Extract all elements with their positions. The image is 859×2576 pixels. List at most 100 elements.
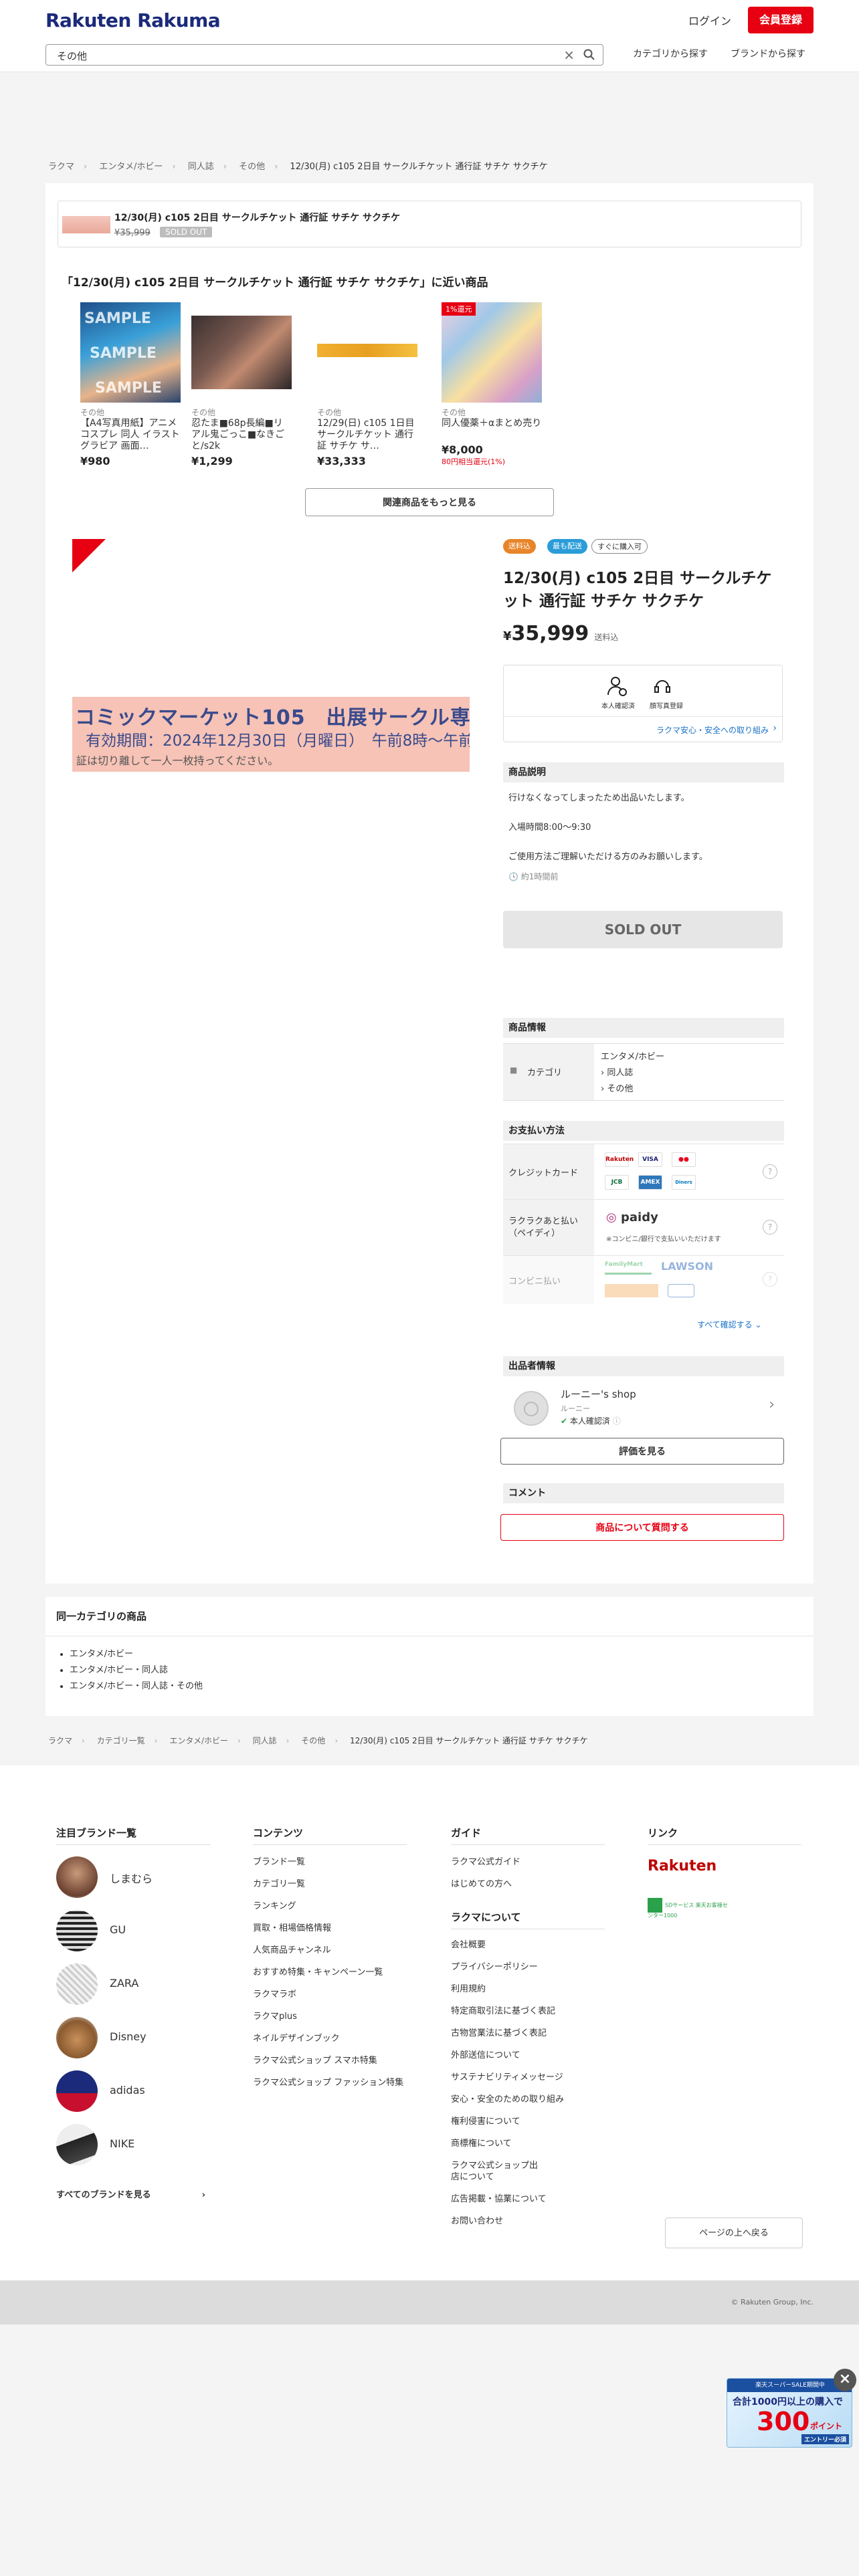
related-item-name: 【A4写真用紙】アニメ コスプレ 同人 イラスト グラビア 画面… xyxy=(80,418,180,451)
footer-link[interactable]: 広告掲載・協業について xyxy=(451,2193,547,2205)
product-title: 12/30(月) c105 2日目 サークルチケット 通行証 サチケ サクチケ xyxy=(503,570,772,610)
brand-link-zara[interactable]: ZARA xyxy=(56,1963,210,2008)
footer-link[interactable]: 古物営業法に基づく表記 xyxy=(451,2028,547,2039)
payment-label: ラクラクあと払い（ペイディ） xyxy=(503,1200,594,1255)
info-icon[interactable]: ? xyxy=(763,1272,777,1287)
breadcrumb-current: 12/30(月) c105 2日目 サークルチケット 通行証 サチケ サクチケ xyxy=(290,162,548,172)
search-input[interactable]: その他 × xyxy=(45,44,603,66)
related-item-category: その他 xyxy=(442,408,466,417)
category-label: カテゴリ xyxy=(527,1068,563,1078)
category-link[interactable]: › 同人誌 xyxy=(601,1065,633,1078)
related-item-name: 12/29(日) c105 1日目 サークルチケット 通行証 サチケ サ… xyxy=(317,418,415,451)
footer-link[interactable]: ラクマラボ xyxy=(253,1989,296,2000)
related-item-price: ¥1,299 xyxy=(191,455,233,467)
footer-link[interactable]: 特定商取引法に基づく表記 xyxy=(451,2006,555,2017)
breadcrumb-item[interactable]: カテゴリ一覧 xyxy=(97,1736,145,1745)
footer-link[interactable]: ラクマ公式ガイド xyxy=(451,1856,520,1868)
footer-link[interactable]: 商標権について xyxy=(451,2138,512,2149)
chevron-right-icon: › xyxy=(773,723,777,734)
safety-box: 本人確認済 顔写真登録 ラクマ安心・安全への取り組み › xyxy=(503,665,783,742)
footer-link[interactable]: 外部送信について xyxy=(451,2050,520,2061)
breadcrumb-item[interactable]: その他 xyxy=(239,162,265,172)
same-category-link[interactable]: エンタメ/ホビー・同人誌・その他 xyxy=(70,1679,203,1695)
category-link[interactable]: エンタメ/ホビー xyxy=(601,1049,664,1062)
breadcrumb-item[interactable]: 同人誌 xyxy=(253,1736,277,1745)
sdgs-icon xyxy=(648,1898,662,1913)
related-item[interactable]: その他 忍たま■68p長編■リアル鬼ごっこ■なきごと/s2k ¥1,299 xyxy=(191,302,292,467)
brand-link-shimamura[interactable]: しまむら xyxy=(56,1856,210,1901)
search-icon[interactable] xyxy=(583,48,596,62)
related-item-image xyxy=(191,302,292,403)
brand-link-nike[interactable]: NIKE xyxy=(56,2124,210,2168)
breadcrumb-item[interactable]: ラクマ xyxy=(48,1736,72,1745)
breadcrumb-item[interactable]: エンタメ/ホビー xyxy=(169,1736,228,1745)
login-button[interactable]: ログイン xyxy=(678,8,741,35)
safety-link[interactable]: ラクマ安心・安全への取り組み xyxy=(656,724,769,736)
same-category-link[interactable]: エンタメ/ホビー・同人誌 xyxy=(70,1662,203,1679)
breadcrumb-item[interactable]: 同人誌 xyxy=(188,162,214,172)
all-brands-link[interactable]: すべてのブランドを見る › xyxy=(56,2189,205,2201)
related-item[interactable]: 1%還元 その他 同人優薬＋αまとめ売り ¥8,000 80円相当還元(1%) xyxy=(442,302,542,467)
related-item-category: その他 xyxy=(317,408,342,417)
seller-card[interactable]: ルーニー's shop ルーニー ✔ 本人確認済 ⓘ › xyxy=(503,1380,784,1434)
related-item[interactable]: その他 12/29(日) c105 1日目 サークルチケット 通行証 サチケ サ… xyxy=(317,302,417,467)
brand-image xyxy=(56,1910,98,1951)
more-related-button[interactable]: 関連商品をもっと見る xyxy=(305,488,554,516)
footer-link[interactable]: 安心・安全のための取り組み xyxy=(451,2094,564,2105)
footer-link[interactable]: 会社概要 xyxy=(451,1939,486,1951)
footer-link[interactable]: 利用規約 xyxy=(451,1983,486,1995)
footer-link[interactable]: サステナビリティメッセージ xyxy=(451,2072,563,2083)
footer-link[interactable]: 人気商品チャンネル xyxy=(253,1945,331,1956)
breadcrumb-item[interactable]: エンタメ/ホビー xyxy=(99,162,163,172)
folder-icon: ■ xyxy=(510,1065,518,1075)
ask-question-button[interactable]: 商品について質問する xyxy=(500,1514,784,1541)
help-icon[interactable]: ⓘ xyxy=(613,1416,621,1426)
related-item[interactable]: SAMPLE SAMPLE SAMPLE その他 【A4写真用紙】アニメ コスプ… xyxy=(80,302,181,467)
promo-banner[interactable]: 楽天スーパーSALE期間中 合計1000円以上の購入で 300 ポイント エント… xyxy=(727,2378,852,2448)
tag-fast-delivery: 最も配送 xyxy=(547,539,587,554)
category-link[interactable]: › その他 xyxy=(601,1081,633,1094)
same-category-title: 同一カテゴリの商品 xyxy=(56,1610,147,1622)
related-item-category: その他 xyxy=(80,408,105,417)
register-button[interactable]: 会員登録 xyxy=(748,7,814,33)
see-all-payment-link[interactable]: すべて確認する ⌄ xyxy=(697,1319,762,1330)
info-icon[interactable]: ? xyxy=(763,1164,777,1179)
footer-link[interactable]: ラクマ公式ショップ出店について xyxy=(451,2160,545,2183)
footer-link[interactable]: ブランド一覧 xyxy=(253,1856,305,1868)
rakuten-logo-link[interactable]: Rakuten xyxy=(648,1859,717,1874)
footer-link[interactable]: 買取・相場価格情報 xyxy=(253,1923,331,1934)
sdgs-banner-link[interactable]: SDサービス 楽天お客様センター1000 xyxy=(648,1898,728,1919)
footer-link[interactable]: ラクマ公式ショップ ファッション特集 xyxy=(253,2077,407,2088)
payment-row-credit: クレジットカード Rakuten VISA ●● JCB AMEX Diners… xyxy=(503,1144,784,1200)
view-reviews-button[interactable]: 評価を見る xyxy=(500,1438,784,1465)
footer-link[interactable]: お問い合わせ xyxy=(451,2216,503,2227)
info-icon[interactable]: ? xyxy=(763,1220,777,1235)
breadcrumb-item[interactable]: その他 xyxy=(301,1736,325,1745)
footer-link[interactable]: ネイルデザインブック xyxy=(253,2033,340,2044)
rakuma-logo[interactable]: Rakuten Rakuma xyxy=(45,9,221,31)
close-icon[interactable]: × xyxy=(834,2369,856,2391)
footer-link[interactable]: ラクマplus xyxy=(253,2011,297,2022)
footer-about-heading: ラクマについて xyxy=(451,1911,521,1923)
back-to-top-button[interactable]: ページの上へ戻る xyxy=(665,2218,803,2248)
footer-link[interactable]: ラクマ公式ショップ スマホ特集 xyxy=(253,2055,377,2066)
footer-link[interactable]: ランキング xyxy=(253,1901,296,1912)
footer-link[interactable]: プライバシーポリシー xyxy=(451,1961,538,1973)
brand-link-gu[interactable]: GU xyxy=(56,1910,210,1954)
footer-link[interactable]: カテゴリ一覧 xyxy=(253,1879,305,1890)
footer-link[interactable]: おすすめ特集・キャンペーン一覧 xyxy=(253,1967,383,1978)
chevron-right-icon: › xyxy=(769,1396,775,1413)
breadcrumb-item[interactable]: ラクマ xyxy=(48,162,74,172)
related-item-points-note: 80円相当還元(1%) xyxy=(442,457,506,466)
nav-brand-link[interactable]: ブランドから探す xyxy=(731,47,805,60)
clear-icon[interactable]: × xyxy=(563,47,575,63)
nav-category-link[interactable]: カテゴリから探す xyxy=(633,47,708,60)
promo-text: 合計1000円以上の購入で xyxy=(733,2397,843,2407)
brand-link-disney[interactable]: Disney xyxy=(56,2017,210,2061)
footer-link[interactable]: 権利侵害について xyxy=(451,2116,520,2127)
product-photo[interactable]: SOLD OUT コミックマーケット105 出展サークル専用 有効期間：2024… xyxy=(72,539,470,936)
brand-link-adidas[interactable]: adidas xyxy=(56,2070,210,2115)
same-category-link[interactable]: エンタメ/ホビー xyxy=(70,1646,203,1662)
footer-link[interactable]: はじめての方へ xyxy=(451,1879,512,1890)
related-item-badge: 1%還元 xyxy=(442,302,476,316)
